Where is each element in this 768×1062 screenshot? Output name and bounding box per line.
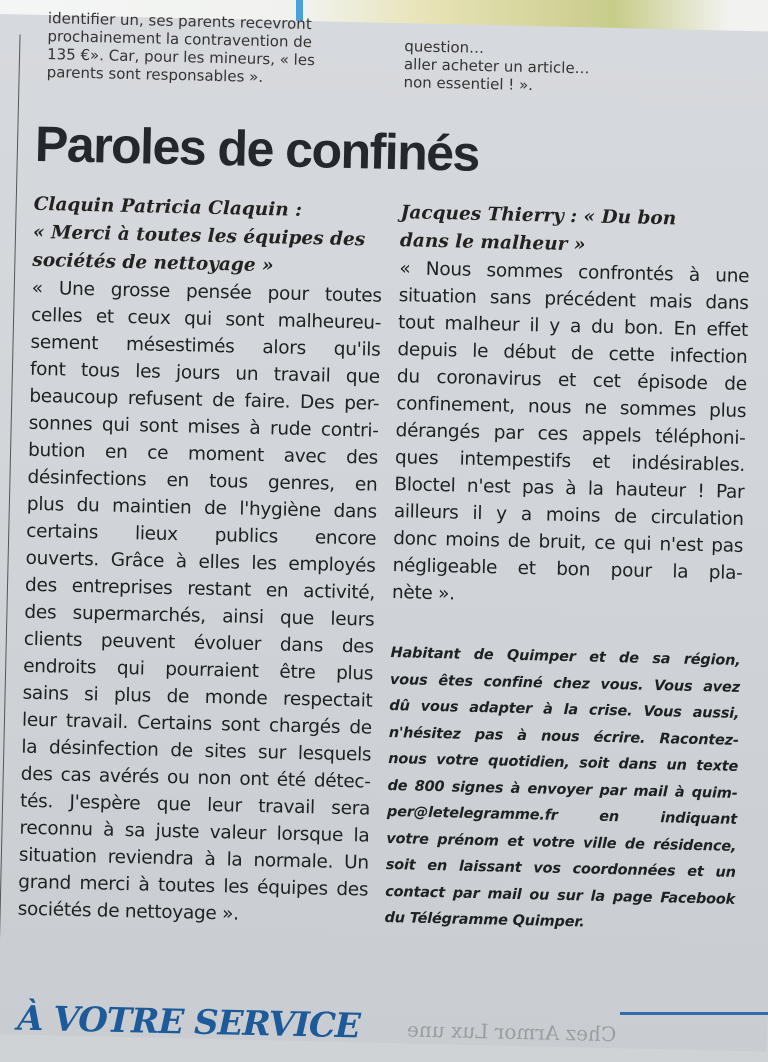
previous-article-right: question… aller acheter un article… non es… — [403, 37, 590, 95]
section-rule — [620, 1012, 768, 1015]
newspaper-page: identifier un, ses parents recevront proc… — [0, 9, 768, 1052]
section-title: À VOTRE SERVICE — [16, 998, 361, 1047]
left-byline: Claquin Patricia Claquin : « Merci à tout… — [32, 191, 384, 283]
reader-callout: Habitant de Quimper et de sa région, vous… — [384, 640, 741, 939]
right-body: « Nous sommes confrontés à une situation … — [392, 255, 750, 614]
left-column: Claquin Patricia Claquin : « Merci à tout… — [17, 191, 384, 931]
left-body: « Une grosse pensée pour toutes celles et… — [17, 275, 382, 931]
show-through-text: Chez Armor Lux une — [406, 1017, 617, 1047]
right-byline: Jacques Thierry : « Du bon dans le malheu… — [400, 199, 751, 263]
right-column: Jacques Thierry : « Du bon dans le malheu… — [384, 199, 751, 939]
previous-article-left: identifier un, ses parents recevront proc… — [46, 9, 315, 87]
headline: Paroles de confinés — [34, 115, 480, 182]
